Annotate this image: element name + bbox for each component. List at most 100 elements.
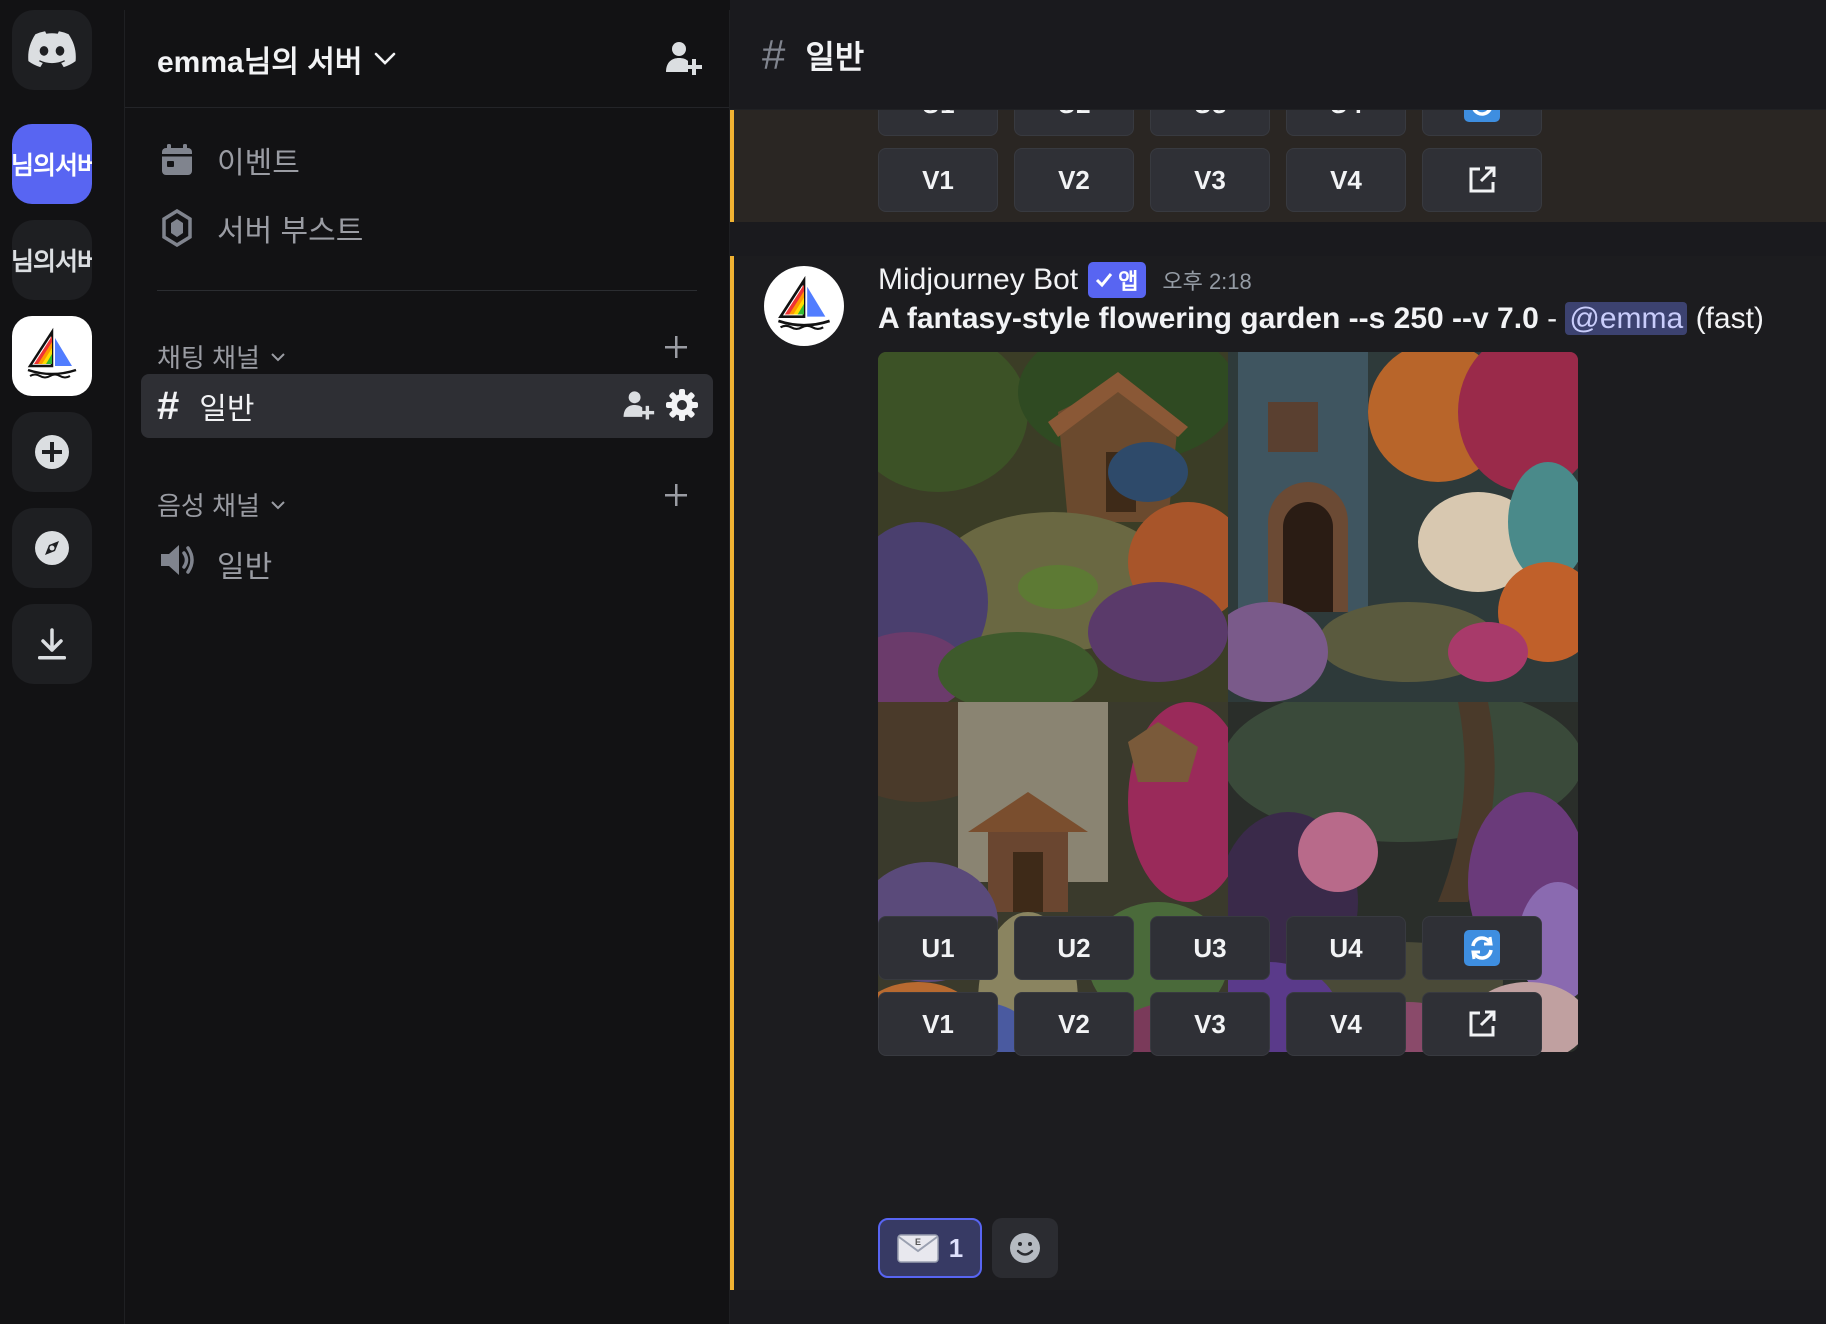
chevron-down-icon [271, 500, 285, 509]
refresh-icon [1464, 110, 1500, 122]
open-link-button[interactable] [1422, 992, 1542, 1056]
invite-to-channel-button[interactable] [621, 388, 655, 427]
invite-people-button[interactable] [663, 38, 703, 83]
reroll-button[interactable] [1422, 110, 1542, 136]
upscale-1-button[interactable]: U1 [878, 916, 998, 980]
hash-icon: # [762, 30, 786, 78]
add-person-icon [623, 391, 655, 420]
plus-icon [665, 336, 687, 358]
add-person-icon [666, 42, 702, 75]
timestamp: 오후 2:18 [1162, 269, 1252, 294]
chat-area: # 일반 U1 U2 U3 U4 V1 V2 V3 V4 [730, 0, 1826, 1324]
voice-channel-name: 일반 [217, 551, 273, 584]
download-apps-button[interactable] [12, 604, 92, 684]
svg-text:E: E [915, 1237, 921, 1247]
variation-2-button[interactable]: V2 [1014, 992, 1134, 1056]
app-badge: 앱 [1088, 262, 1147, 298]
channel-sidebar: emma님의 서버 이벤트 서버 부스트 채팅 채널 # 일반 음성 채널 일반 [124, 10, 730, 1324]
plus-circle-icon [35, 435, 69, 469]
upscale-4-button[interactable]: U4 [1286, 110, 1406, 136]
upscale-2-button[interactable]: U2 [1014, 110, 1134, 136]
channel-title: 일반 [805, 38, 865, 75]
variation-2-button[interactable]: V2 [1014, 148, 1134, 212]
calendar-icon [157, 140, 197, 180]
author-name[interactable]: Midjourney Bot [878, 263, 1078, 297]
channel-item-general[interactable]: # 일반 [141, 374, 713, 438]
reactions-bar: E 1 [878, 1218, 1058, 1278]
midjourney-server-button[interactable] [12, 316, 92, 396]
upscale-3-button[interactable]: U3 [1150, 916, 1270, 980]
upscale-button-row: U1 U2 U3 U4 [878, 916, 1542, 980]
external-link-icon [1469, 166, 1496, 193]
download-icon [38, 628, 66, 660]
chevron-down-icon [375, 52, 396, 65]
image-tile-1[interactable] [878, 352, 1228, 702]
upscale-1-button[interactable]: U1 [878, 110, 998, 136]
hash-icon: # [157, 383, 180, 428]
upscale-button-row: U1 U2 U3 U4 [878, 110, 1542, 136]
boost-label: 서버 부스트 [217, 215, 364, 248]
previous-message: U1 U2 U3 U4 V1 V2 V3 V4 [730, 110, 1826, 222]
text-channels-category[interactable]: 채팅 채널 [157, 336, 697, 375]
server-2-label: 님의서버 [12, 248, 92, 276]
variation-4-button[interactable]: V4 [1286, 992, 1406, 1056]
variation-1-button[interactable]: V1 [878, 148, 998, 212]
prompt-text: A fantasy-style flowering garden --s 250… [878, 302, 1764, 336]
envelope-icon: E [897, 1234, 939, 1263]
upscale-4-button[interactable]: U4 [1286, 916, 1406, 980]
mail-reaction-count: 1 [948, 1232, 964, 1263]
text-category-label: 채팅 채널 [157, 343, 260, 373]
app-badge-label: 앱 [1118, 269, 1139, 294]
sailboat-logo-icon [27, 327, 77, 379]
events-label: 이벤트 [217, 147, 300, 180]
gear-icon [666, 389, 698, 421]
upscale-3-button[interactable]: U3 [1150, 110, 1270, 136]
boost-icon [157, 208, 197, 248]
variation-1-button[interactable]: V1 [878, 992, 998, 1056]
avatar[interactable] [764, 266, 844, 346]
image-tile-2[interactable] [1228, 352, 1578, 702]
prompt-separator: - [1538, 302, 1566, 335]
message-header: Midjourney Bot 앱 오후 2:18 [878, 262, 1252, 298]
server-1-button[interactable]: 님의서버 [12, 124, 92, 204]
mail-reaction[interactable]: E 1 [878, 1218, 982, 1278]
reroll-button[interactable] [1422, 916, 1542, 980]
variation-3-button[interactable]: V3 [1150, 992, 1270, 1056]
sailboat-logo-icon [777, 275, 831, 330]
events-item[interactable]: 이벤트 [157, 138, 300, 182]
create-text-channel-button[interactable] [663, 334, 689, 367]
refresh-icon [1464, 930, 1500, 966]
voice-channel-general[interactable]: 일반 [157, 540, 272, 588]
checkmark-icon [1096, 273, 1113, 288]
server-rail: 님의서버 님의서버 [0, 0, 124, 1324]
upscale-2-button[interactable]: U2 [1014, 916, 1134, 980]
bot-message: Midjourney Bot 앱 오후 2:18 A fantasy-style… [730, 256, 1826, 1290]
explore-button[interactable] [12, 508, 92, 588]
speaker-icon [157, 540, 197, 588]
server-boost-item[interactable]: 서버 부스트 [157, 206, 363, 250]
prompt-suffix: (fast) [1687, 302, 1764, 335]
smiley-icon [1010, 1233, 1040, 1263]
guild-header[interactable]: emma님의 서버 [125, 10, 729, 108]
compass-icon [35, 531, 69, 565]
edit-channel-button[interactable] [665, 388, 699, 427]
open-link-button[interactable] [1422, 148, 1542, 212]
variation-button-row: V1 V2 V3 V4 [878, 148, 1542, 212]
variation-3-button[interactable]: V3 [1150, 148, 1270, 212]
plus-icon [665, 484, 687, 506]
server-1-label: 님의서버 [12, 152, 92, 180]
add-server-button[interactable] [12, 412, 92, 492]
variation-4-button[interactable]: V4 [1286, 148, 1406, 212]
add-reaction-button[interactable] [992, 1218, 1058, 1278]
channel-header: # 일반 [730, 0, 1826, 110]
guild-name: emma님의 서버 [157, 45, 363, 79]
channel-name: 일반 [199, 393, 255, 426]
server-2-button[interactable]: 님의서버 [12, 220, 92, 300]
user-mention[interactable]: @emma [1565, 302, 1688, 335]
chevron-down-icon [271, 352, 285, 361]
sidebar-divider [157, 290, 697, 291]
create-voice-channel-button[interactable] [663, 482, 689, 515]
voice-category-label: 음성 채널 [157, 491, 260, 521]
voice-channels-category[interactable]: 음성 채널 [157, 484, 697, 523]
discord-home-button[interactable] [12, 10, 92, 90]
